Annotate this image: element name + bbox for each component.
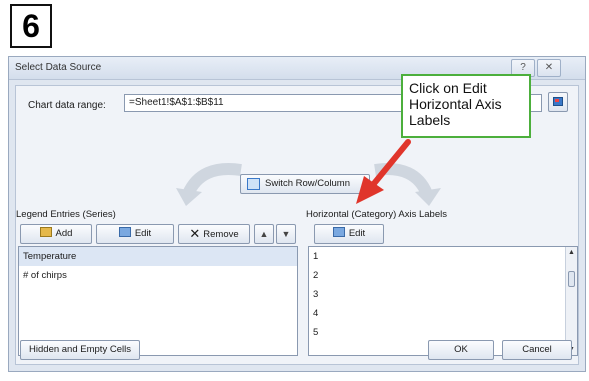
red-arrow-icon (356, 139, 411, 204)
